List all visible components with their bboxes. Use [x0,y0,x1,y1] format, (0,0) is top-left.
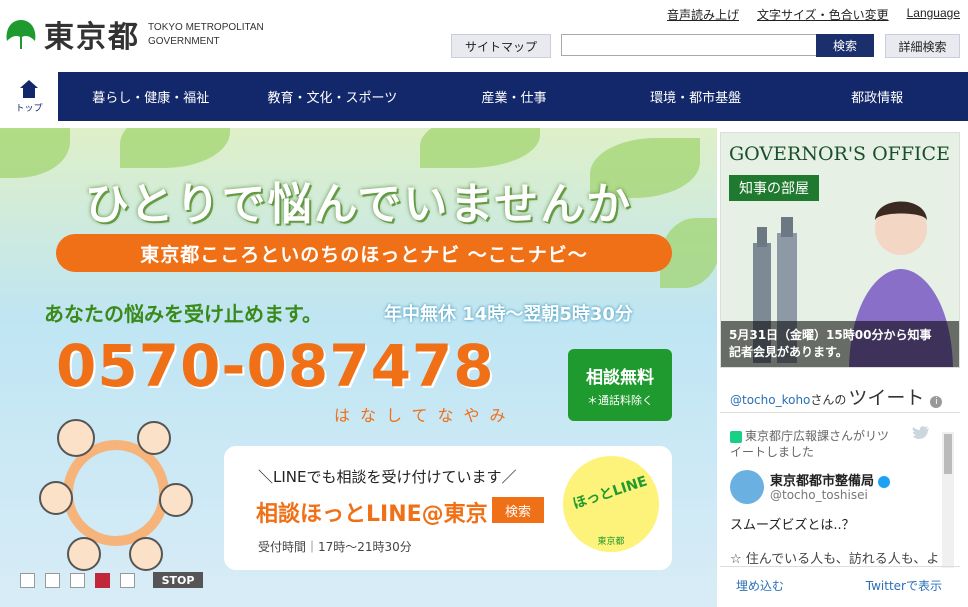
slide-dot-3[interactable] [70,572,85,588]
twitter-account-link[interactable]: @tocho_koho [730,393,810,407]
tweet-text: スムーズビズとは..？ [730,518,855,533]
twitter-divider [720,412,960,413]
tweet-text: ☆ 住んでいる人も、訪れる人も、よ [730,552,940,567]
slide-dot-5[interactable] [120,572,135,588]
people-circle-illustration [39,419,193,571]
advanced-search-button[interactable]: 詳細検索 [885,34,960,58]
scrollbar-thumb[interactable] [944,434,952,474]
tokyo-ginkgo-logo-icon [6,20,36,49]
line-hours: 受付時間｜17時～21時30分 [258,540,412,554]
twitter-timeline[interactable]: 東京都庁広報課さんがリツ イートしました 東京都都市整備局 @tocho_tosh… [720,418,960,568]
twitter-header-label: ツイート [848,387,925,409]
free-consultation-badge: 相談無料 ＊通話料除く [568,349,672,421]
governor-tag: 知事の部屋 [729,175,819,201]
utility-links: 音声読み上げ 文字サイズ・色合い変更 Language [667,6,960,23]
site-logo[interactable]: 東京都 TOKYO METROPOLITAN GOVERNMENT [4,12,264,56]
nav-item-education[interactable]: 教育・文化・スポーツ [242,72,424,121]
retweet-icon [730,430,742,443]
timeline-scrollbar[interactable] [942,432,954,568]
phone-number: 0570-087478 [56,332,495,400]
banner-hours: 年中無休 14時～翌朝5時30分 [384,304,633,325]
nav-item-government[interactable]: 都政情報 [786,72,968,121]
main-nav: トップ 暮らし・健康・福祉 教育・文化・スポーツ 産業・仕事 環境・都市基盤 都… [0,72,968,121]
leaf-decoration [120,128,230,168]
view-on-twitter-link[interactable]: Twitterで表示 [866,577,942,594]
logo-text-jp: 東京都 [44,20,140,55]
header: 東京都 TOKYO METROPOLITAN GOVERNMENT 音声読み上げ… [0,0,968,72]
twitter-header: @tocho_koho さんの ツイート i [730,383,943,410]
embed-link[interactable]: 埋め込む [736,577,784,594]
governor-caption: 5月31日（金曜）15時00分から知事 記者会見があります。 [721,321,959,367]
twitter-header-suffix: さんの [810,393,847,407]
tweet-user-name[interactable]: 東京都都市整備局 [770,470,891,489]
sitemap-button[interactable]: サイトマップ [451,34,551,58]
hero-banner[interactable]: ひとりで悩んでいませんか 東京都こころといのちのほっとナビ ～ここナビ～ あなた… [0,128,717,607]
search-button[interactable]: 検索 [816,34,874,57]
nav-item-industry[interactable]: 産業・仕事 [423,72,605,121]
nav-item-life[interactable]: 暮らし・健康・福祉 [60,72,242,121]
banner-service-name: 東京都こころといのちのほっとナビ ～ここナビ～ [56,234,672,272]
link-speech[interactable]: 音声読み上げ [667,6,739,23]
slide-dot-2[interactable] [45,572,60,588]
nav-item-environment[interactable]: 環境・都市基盤 [605,72,787,121]
retweet-notice: 東京都庁広報課さんがリツ イートしました [730,429,890,459]
governor-title: GOVERNOR'S OFFICE [729,143,950,165]
slideshow-stop-button[interactable]: STOP [153,572,203,588]
governor-office-banner[interactable]: GOVERNOR'S OFFICE 知事の部屋 5月31日（金曜）15時00分か… [720,132,960,368]
slide-dot-1[interactable] [20,572,35,588]
phone-reading: はなしてなやみ [334,406,516,425]
banner-subtitle: あなたの悩みを受け止めます。 [44,302,322,326]
search-input[interactable] [561,34,823,56]
line-heading: ＼LINEでも相談を受け付けています／ [258,468,517,486]
link-language[interactable]: Language [907,6,960,23]
logo-text-en: TOKYO METROPOLITAN GOVERNMENT [148,22,264,47]
twitter-footer: 埋め込む Twitterで表示 [720,566,960,601]
link-text-size[interactable]: 文字サイズ・色合い変更 [757,6,889,23]
slide-dot-4[interactable] [95,572,110,588]
line-search-button[interactable]: 検索 [492,497,544,523]
hot-line-badge: ほっとLINE 東京都 [563,456,659,552]
twitter-bird-icon[interactable] [912,426,930,440]
avatar[interactable] [730,470,764,504]
slide-indicators: STOP [20,572,203,588]
leaf-decoration [420,128,540,168]
nav-home[interactable]: トップ [0,72,60,121]
tweet-user-handle[interactable]: @tocho_toshisei [770,488,868,502]
nav-home-label: トップ [15,104,43,114]
verified-icon [878,475,891,488]
home-icon [20,80,38,98]
info-icon[interactable]: i [930,396,943,408]
banner-title: ひとりで悩んでいませんか [84,179,633,230]
line-account-name: 相談ほっとLINE@東京 [256,502,488,527]
